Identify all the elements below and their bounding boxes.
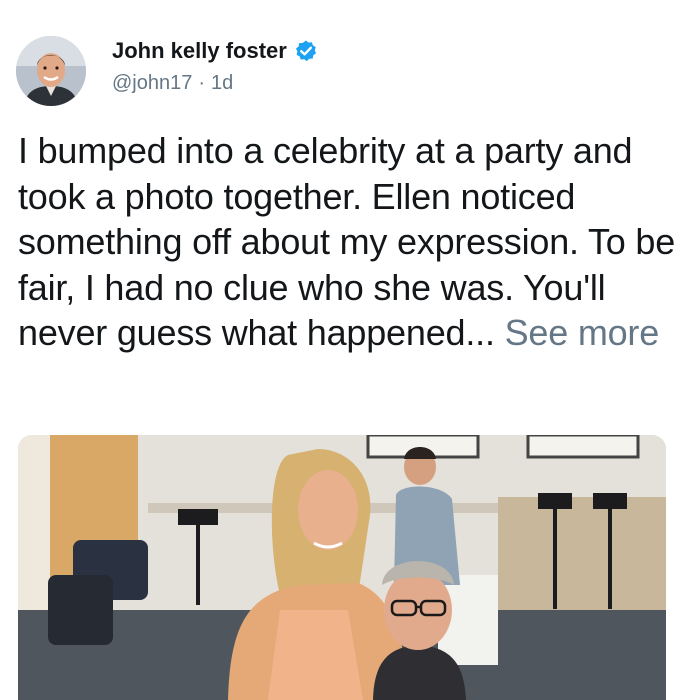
see-more-link[interactable]: See more (505, 312, 660, 353)
author-handle[interactable]: @john17 (112, 72, 192, 95)
author-meta-row: @john17 · 1d (112, 72, 233, 95)
tweet-body: I bumped into a celebrity at a party and… (18, 128, 686, 356)
tweet-card: John kelly foster @john17 · 1d I bumped … (0, 0, 700, 700)
tweet-media-photo[interactable] (18, 435, 666, 700)
verified-badge-icon (294, 39, 318, 63)
author-display-name[interactable]: John kelly foster (112, 38, 287, 64)
author-name-row: John kelly foster (112, 38, 318, 64)
author-avatar[interactable] (16, 36, 86, 106)
meta-separator: · (198, 72, 206, 94)
tweet-timestamp[interactable]: 1d (211, 72, 233, 95)
